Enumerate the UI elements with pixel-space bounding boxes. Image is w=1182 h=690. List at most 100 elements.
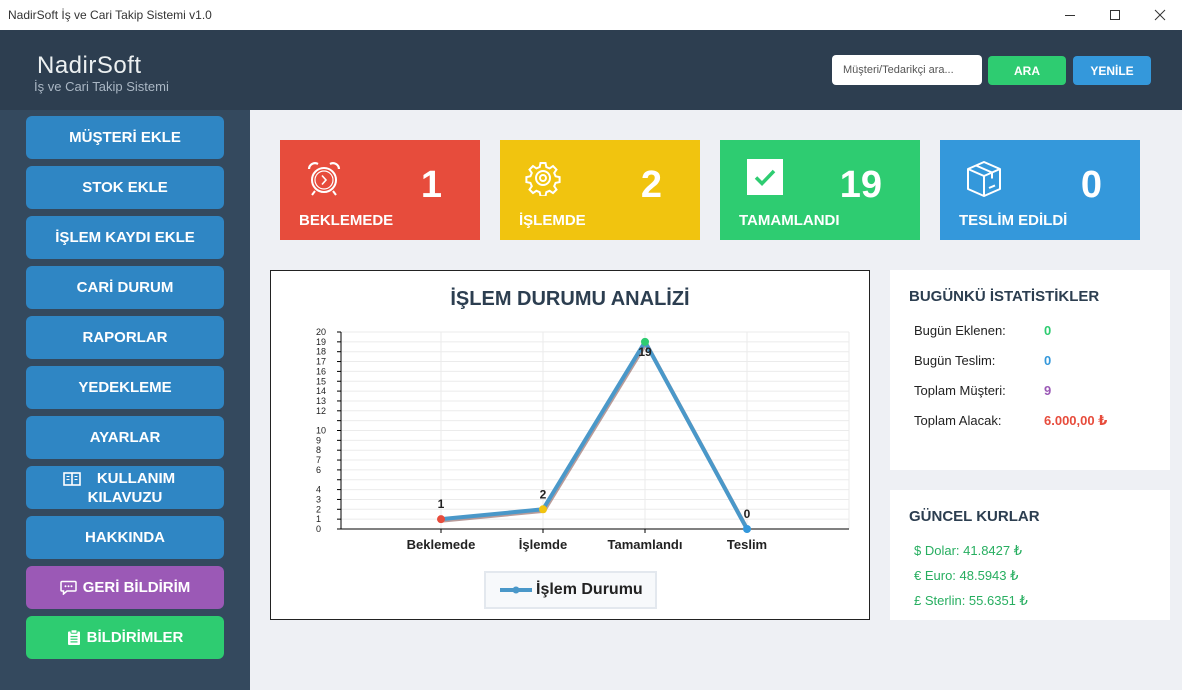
y-tick-label: 16 <box>316 366 326 376</box>
sidebar-item-label: AYARLAR <box>89 429 161 446</box>
y-tick-label: 12 <box>316 406 326 416</box>
legend-label: İşlem Durumu <box>536 581 643 598</box>
rate-row-usd: $ Dolar: 41.8427 ₺ <box>914 543 1023 558</box>
sidebar-item-label: GERİ BİLDİRİM <box>82 579 191 596</box>
x-tick-label: Beklemede <box>407 537 476 552</box>
maximize-button[interactable] <box>1092 0 1138 30</box>
stat-label: BEKLEMEDE <box>299 212 394 229</box>
y-tick-label: 18 <box>316 347 326 357</box>
stat-value: 2 <box>640 164 662 206</box>
y-tick-label: 1 <box>316 514 321 524</box>
minimize-icon <box>1065 15 1075 16</box>
stat-label: TESLİM EDİLDİ <box>959 212 1068 229</box>
y-tick-label: 4 <box>316 485 321 495</box>
stat-row-value: 0 <box>1044 353 1052 368</box>
sidebar-item-reports[interactable]: RAPORLAR <box>26 316 224 359</box>
sidebar-item-label: BİLDİRİMLER <box>86 629 184 646</box>
sidebar-item-label: YEDEKLEME <box>78 379 172 396</box>
stat-value: 1 <box>420 164 442 206</box>
sidebar-item-feedback[interactable]: GERİ BİLDİRİM <box>26 566 224 609</box>
sidebar-item-add-customer[interactable]: MÜŞTERİ EKLE <box>26 116 224 159</box>
y-tick-label: 3 <box>316 494 321 504</box>
sidebar-item-about[interactable]: HAKKINDA <box>26 516 224 559</box>
data-label: 19 <box>638 345 652 359</box>
y-tick-label: 8 <box>316 445 321 455</box>
data-point <box>743 525 751 533</box>
search-button[interactable]: ARA <box>988 56 1066 85</box>
exchange-rates-title: GÜNCEL KURLAR <box>909 508 1040 525</box>
chart-legend: İşlem Durumu <box>484 571 657 609</box>
alarm-clock-icon <box>307 162 341 196</box>
sidebar-item-notifications[interactable]: BİLDİRİMLER <box>26 616 224 659</box>
book-icon <box>63 471 81 486</box>
sidebar-item-label: İŞLEM KAYDI EKLE <box>55 229 195 246</box>
y-tick-label: 9 <box>316 435 321 445</box>
data-label: 0 <box>744 507 751 521</box>
window-title: NadirSoft İş ve Cari Takip Sistemi v1.0 <box>8 8 212 22</box>
legend-line-icon <box>500 586 532 594</box>
sidebar-item-add-stock[interactable]: STOK EKLE <box>26 166 224 209</box>
y-tick-label: 19 <box>316 337 326 347</box>
stat-card-pending: 1 BEKLEMEDE <box>280 140 480 240</box>
sidebar-item-label: HAKKINDA <box>85 529 165 546</box>
y-tick-label: 10 <box>316 426 326 436</box>
sidebar-item-account-status[interactable]: CARİ DURUM <box>26 266 224 309</box>
chat-icon <box>60 580 77 595</box>
brand-subtitle: İş ve Cari Takip Sistemi <box>34 79 169 94</box>
exchange-rates-panel: GÜNCEL KURLAR $ Dolar: 41.8427 ₺ € Euro:… <box>890 490 1170 620</box>
stat-label: İŞLEMDE <box>519 212 586 229</box>
box-icon <box>967 161 1001 197</box>
brand-name: NadirSoft <box>37 52 142 79</box>
stat-row-value: 9 <box>1044 383 1052 398</box>
y-tick-label: 13 <box>316 396 326 406</box>
y-tick-label: 15 <box>316 376 326 386</box>
data-point <box>437 515 445 524</box>
clipboard-icon <box>67 629 80 645</box>
checkbox-icon <box>747 159 783 195</box>
stat-row-label: Bugün Eklenen: <box>914 323 1006 338</box>
stat-card-delivered: 0 TESLİM EDİLDİ <box>940 140 1140 240</box>
stat-card-completed: 19 TAMAMLANDI <box>720 140 920 240</box>
data-point <box>539 505 547 514</box>
gear-icon <box>525 162 561 196</box>
y-tick-label: 20 <box>316 327 326 337</box>
close-icon <box>1154 9 1166 21</box>
sidebar-item-label: MÜŞTERİ EKLE <box>69 129 181 146</box>
sidebar-item-backup[interactable]: YEDEKLEME <box>26 366 224 409</box>
sidebar-item-label: CARİ DURUM <box>76 279 174 296</box>
refresh-button[interactable]: YENİLE <box>1073 56 1151 85</box>
y-tick-label: 17 <box>316 357 326 367</box>
x-tick-label: İşlemde <box>519 537 567 552</box>
rate-row-gbp: £ Sterlin: 55.6351 ₺ <box>914 593 1028 608</box>
data-label: 2 <box>540 487 547 501</box>
sidebar-item-add-transaction[interactable]: İŞLEM KAYDI EKLE <box>26 216 224 259</box>
y-tick-label: 7 <box>316 455 321 465</box>
stat-label: TAMAMLANDI <box>739 212 840 229</box>
today-stats-panel: BUGÜNKÜ İSTATİSTİKLER Bugün Eklenen: 0 B… <box>890 270 1170 470</box>
y-tick-label: 14 <box>316 386 326 396</box>
stat-value: 19 <box>839 164 882 206</box>
sidebar-item-settings[interactable]: AYARLAR <box>26 416 224 459</box>
y-tick-label: 0 <box>316 524 321 534</box>
maximize-icon <box>1110 10 1120 20</box>
stat-row-value: 0 <box>1044 323 1052 338</box>
sidebar-item-user-guide[interactable]: KULLANIM KILAVUZU <box>26 466 224 509</box>
y-tick-label: 2 <box>316 504 321 514</box>
sidebar-item-label: RAPORLAR <box>82 329 168 346</box>
minimize-button[interactable] <box>1047 0 1093 30</box>
y-tick-label: 6 <box>316 465 321 475</box>
title-bar: NadirSoft İş ve Cari Takip Sistemi v1.0 <box>0 0 1182 30</box>
x-tick-label: Tamamlandı <box>608 537 683 552</box>
stat-row-label: Toplam Müşteri: <box>914 383 1006 398</box>
stat-card-in-progress: 2 İŞLEMDE <box>500 140 700 240</box>
x-tick-label: Teslim <box>727 537 767 552</box>
close-button[interactable] <box>1137 0 1182 30</box>
today-stats-title: BUGÜNKÜ İSTATİSTİKLER <box>909 288 1100 305</box>
stat-row-label: Toplam Alacak: <box>914 413 1002 428</box>
stat-row-label: Bugün Teslim: <box>914 353 996 368</box>
line-chart: 01234678910121314151617181920Beklemede İş… <box>316 327 850 552</box>
stat-value: 0 <box>1080 164 1102 206</box>
stat-row-value: 6.000,00 ₺ <box>1044 413 1108 428</box>
sidebar-item-label: STOK EKLE <box>82 179 168 196</box>
search-input[interactable] <box>832 55 982 85</box>
